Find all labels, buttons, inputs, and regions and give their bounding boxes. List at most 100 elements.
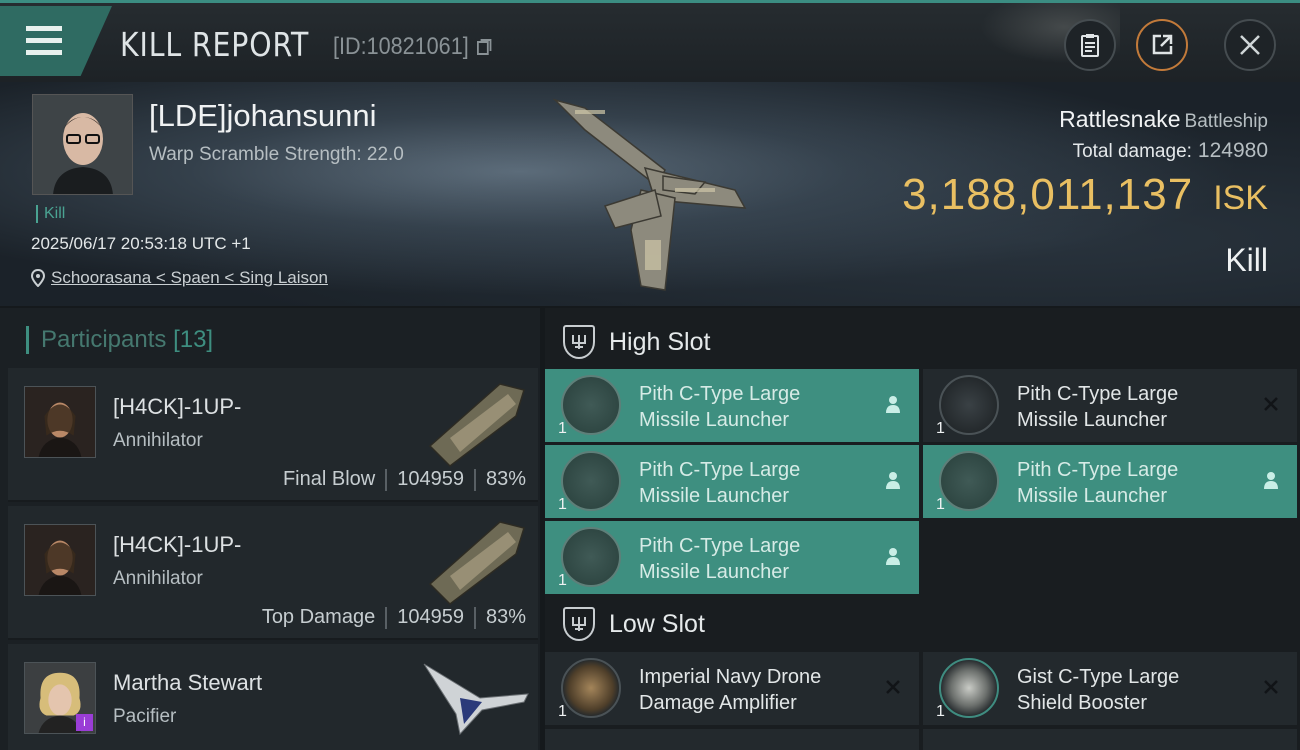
participant-ship: Annihilator — [113, 568, 203, 589]
module-name-line: Shield Booster — [1017, 692, 1148, 714]
missile-launcher-icon — [939, 375, 999, 435]
module-name-line: Damage Amplifier — [639, 692, 797, 714]
participant-name[interactable]: [H4CK]-1UP- — [113, 532, 241, 558]
copy-icon[interactable] — [477, 38, 493, 56]
participant-role: Top Damage — [261, 606, 376, 628]
participant-avatar — [24, 524, 96, 596]
module-name: Pith C-Type Large Missile Launcher — [1017, 457, 1247, 509]
participants-panel: Participants [13] [H4CK]-1UP- Annihilato… — [0, 308, 540, 750]
participant-row[interactable]: [H4CK]-1UP- Annihilator Final Blow 10495… — [8, 368, 538, 502]
participants-header: Participants [13] — [26, 326, 213, 354]
shield-booster-icon — [939, 658, 999, 718]
module-slot-partial[interactable] — [545, 729, 919, 750]
clipboard-button[interactable] — [1064, 19, 1116, 71]
pilot-icon — [881, 468, 905, 492]
module-slot[interactable]: 1 Pith C-Type Large Missile Launcher — [545, 521, 919, 594]
high-slot-header: High Slot — [545, 312, 1300, 372]
module-name-line: Pith C-Type Large — [639, 459, 801, 481]
participant-role: Final Blow — [282, 468, 376, 490]
module-name: Pith C-Type Large Missile Launcher — [1017, 381, 1247, 433]
participant-ship-image — [423, 663, 529, 736]
low-slot-icon — [563, 607, 595, 641]
kill-location[interactable]: Schoorasana < Spaen < Sing Laison — [31, 268, 328, 288]
module-name-line: Missile Launcher — [639, 409, 790, 431]
warp-scramble-strength: Warp Scramble Strength: 22.0 — [149, 144, 404, 165]
share-button[interactable] — [1136, 19, 1188, 71]
module-slot-partial[interactable] — [923, 729, 1297, 750]
participant-ship-image — [428, 383, 525, 467]
fitting-panel: High Slot 1 Pith C-Type Large Missile Lau… — [545, 308, 1300, 750]
ship-class: Battleship — [1184, 111, 1268, 132]
participant-row[interactable]: i Martha Stewart Pacifier — [8, 644, 538, 750]
high-slot-label: High Slot — [609, 327, 711, 356]
participants-count: [13] — [173, 326, 214, 353]
total-damage: Total damage: 124980 — [1073, 139, 1268, 163]
kill-result: Kill — [1225, 242, 1268, 278]
missile-launcher-icon — [939, 451, 999, 511]
module-qty: 1 — [936, 420, 945, 437]
kill-datetime: 2025/06/17 20:53:18 UTC +1 — [31, 234, 251, 253]
module-name-line: Imperial Navy Drone — [639, 666, 822, 688]
close-button[interactable] — [1224, 19, 1276, 71]
pilot-icon — [881, 392, 905, 416]
destroyed-icon — [881, 675, 905, 699]
participant-stats: Top Damage 104959 83% — [262, 606, 526, 629]
module-name-line: Pith C-Type Large — [1017, 383, 1179, 405]
destroyed-icon — [1259, 392, 1283, 416]
menu-icon — [26, 26, 62, 56]
module-name: Pith C-Type Large Missile Launcher — [639, 533, 869, 585]
isk-unit: ISK — [1213, 179, 1268, 217]
victim-name[interactable]: [LDE]johansunni — [149, 98, 377, 134]
share-icon — [1152, 34, 1173, 55]
victim-avatar[interactable] — [32, 94, 133, 195]
module-name-line: Pith C-Type Large — [1017, 459, 1179, 481]
module-qty: 1 — [558, 420, 567, 437]
module-name-line: Pith C-Type Large — [639, 383, 801, 405]
participant-stats: Final Blow 104959 83% — [283, 468, 526, 491]
report-id: [ID:10821061] — [333, 33, 493, 61]
participants-title: Participants — [41, 326, 167, 353]
menu-button[interactable] — [0, 6, 112, 76]
module-slot[interactable]: 1 Pith C-Type Large Missile Launcher — [545, 445, 919, 518]
module-qty: 1 — [936, 703, 945, 720]
victim-ship-image — [552, 98, 747, 291]
module-name: Pith C-Type Large Missile Launcher — [639, 457, 869, 509]
participant-row[interactable]: [H4CK]-1UP- Annihilator Top Damage 10495… — [8, 506, 538, 640]
report-id-text: [ID:10821061] — [333, 33, 469, 60]
module-qty: 1 — [558, 572, 567, 589]
module-name-line: Gist C-Type Large — [1017, 666, 1180, 688]
participant-damage: 104959 — [397, 468, 464, 490]
module-slot[interactable]: 1 Gist C-Type Large Shield Booster — [923, 652, 1297, 725]
participant-ship: Pacifier — [113, 706, 177, 727]
high-slot-icon — [563, 325, 595, 359]
missile-launcher-icon — [561, 451, 621, 511]
ship-name: Rattlesnake — [1059, 106, 1181, 132]
drone-damage-amplifier-icon — [561, 658, 621, 718]
module-slot[interactable]: 1 Pith C-Type Large Missile Launcher — [923, 369, 1297, 442]
participant-name[interactable]: [H4CK]-1UP- — [113, 394, 241, 420]
participant-ship-image — [428, 521, 525, 605]
participant-avatar: i — [24, 662, 96, 734]
module-name: Gist C-Type Large Shield Booster — [1017, 664, 1247, 716]
module-slot[interactable]: 1 Imperial Navy Drone Damage Amplifier — [545, 652, 919, 725]
destroyed-icon — [1259, 675, 1283, 699]
pilot-icon — [1259, 468, 1283, 492]
module-name-line: Missile Launcher — [1017, 485, 1168, 507]
kill-tag: Kill — [36, 205, 65, 223]
module-qty: 1 — [558, 496, 567, 513]
module-name-line: Pith C-Type Large — [639, 535, 801, 557]
participant-name[interactable]: Martha Stewart — [113, 670, 262, 696]
location-link[interactable]: Schoorasana < Spaen < Sing Laison — [51, 268, 328, 288]
missile-launcher-icon — [561, 527, 621, 587]
isk-amount: 3,188,011,137 — [902, 170, 1194, 219]
low-slot-label: Low Slot — [609, 609, 705, 638]
module-slot[interactable]: 1 Pith C-Type Large Missile Launcher — [545, 369, 919, 442]
module-name-line: Missile Launcher — [1017, 409, 1168, 431]
module-slot[interactable]: 1 Pith C-Type Large Missile Launcher — [923, 445, 1297, 518]
victim-banner: [LDE]johansunni Warp Scramble Strength: … — [0, 82, 1300, 306]
module-name-line: Missile Launcher — [639, 561, 790, 583]
participant-damage-pct: 83% — [485, 468, 526, 490]
participant-damage: 104959 — [397, 606, 464, 628]
module-name: Pith C-Type Large Missile Launcher — [639, 381, 869, 433]
victim-ship[interactable]: Rattlesnake Battleship — [1059, 106, 1268, 133]
